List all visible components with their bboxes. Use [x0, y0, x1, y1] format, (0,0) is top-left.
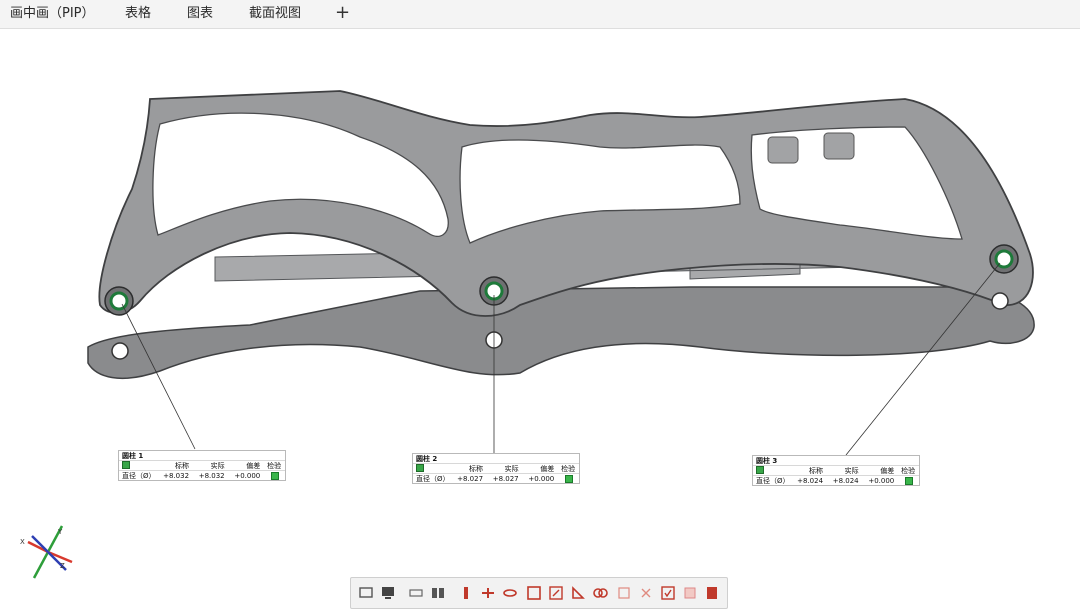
- tab-bar: 画中画（PIP） 表格 图表 截面视图 +: [0, 0, 1080, 29]
- callout-title: 圆柱 2: [416, 455, 438, 463]
- check-icon[interactable]: [659, 584, 677, 602]
- pass-indicator-icon: [270, 471, 279, 480]
- tab-pip[interactable]: 画中画（PIP）: [10, 6, 95, 22]
- deviation-value: +0.000: [234, 471, 261, 480]
- header-deviation: 偏差: [246, 461, 261, 470]
- close-icon[interactable]: [637, 584, 655, 602]
- check-icon: [756, 465, 764, 474]
- add-tab-button[interactable]: +: [335, 3, 350, 23]
- z-axis-label: Z: [60, 562, 65, 570]
- callout-header-row: 标称 实际 偏差 检验: [753, 465, 919, 475]
- hole-ring-1: [109, 291, 129, 311]
- pass-indicator-icon: [564, 474, 573, 483]
- 3d-viewport[interactable]: 圆柱 1 标称 实际 偏差 检验 直径（Ø） +8.032 +8.032 +0.…: [0, 29, 1080, 608]
- tab-table[interactable]: 表格: [125, 6, 151, 22]
- row-label: 直径（Ø）: [756, 476, 790, 485]
- frame-back-plate: [87, 286, 1035, 380]
- header-nominal: 标称: [809, 466, 824, 475]
- deviation-value: +0.000: [868, 476, 895, 485]
- actual-value: +8.024: [832, 476, 859, 485]
- y-axis-neg-line: [32, 551, 50, 579]
- frame-boss-2: [823, 132, 855, 160]
- callout-cylinder-1[interactable]: 圆柱 1 标称 实际 偏差 检验 直径（Ø） +8.032 +8.032 +0.…: [118, 450, 286, 481]
- callout-cylinder-2[interactable]: 圆柱 2 标称 实际 偏差 检验 直径（Ø） +8.027 +8.027 +0.…: [412, 453, 580, 484]
- back-hole-3: [991, 292, 1009, 310]
- bottom-toolbar: [350, 577, 728, 609]
- callout-cylinder-3[interactable]: 圆柱 3 标称 实际 偏差 检验 直径（Ø） +8.024 +8.024 +0.…: [752, 455, 920, 486]
- callout-header-row: 标称 实际 偏差 检验: [413, 463, 579, 473]
- header-actual: 实际: [844, 466, 859, 475]
- chain-icon[interactable]: [501, 584, 519, 602]
- check-icon: [122, 460, 130, 469]
- axis-triad: X Y Z: [20, 525, 73, 579]
- actual-value: +8.027: [492, 474, 519, 483]
- header-deviation: 偏差: [880, 466, 895, 475]
- header-actual: 实际: [504, 464, 519, 473]
- ruler-icon[interactable]: [547, 584, 565, 602]
- header-nominal: 标称: [469, 464, 484, 473]
- tab-section-view[interactable]: 截面视图: [249, 6, 301, 22]
- callout-title: 圆柱 3: [756, 457, 778, 465]
- split-icon[interactable]: [429, 584, 447, 602]
- nominal-value: +8.024: [797, 476, 824, 485]
- tab-chart[interactable]: 图表: [187, 6, 213, 22]
- nominal-value: +8.027: [457, 474, 484, 483]
- callout-title: 圆柱 1: [122, 452, 144, 460]
- check-icon: [416, 463, 424, 472]
- screen-icon[interactable]: [379, 584, 397, 602]
- delete-icon[interactable]: [681, 584, 699, 602]
- angle-icon[interactable]: [569, 584, 587, 602]
- callout-data-row: 直径（Ø） +8.024 +8.024 +0.000: [753, 475, 919, 485]
- header-check: 检验: [901, 466, 916, 475]
- box-icon[interactable]: [525, 584, 543, 602]
- grid-icon[interactable]: [615, 584, 633, 602]
- deviation-value: +0.000: [528, 474, 555, 483]
- row-label: 直径（Ø）: [122, 471, 156, 480]
- row-label: 直径（Ø）: [416, 474, 450, 483]
- report-icon[interactable]: [703, 584, 721, 602]
- header-nominal: 标称: [175, 461, 190, 470]
- measure-icon[interactable]: [407, 584, 425, 602]
- header-check: 检验: [267, 461, 282, 470]
- header-deviation: 偏差: [540, 464, 555, 473]
- back-hole-1: [111, 342, 129, 360]
- actual-value: +8.032: [198, 471, 225, 480]
- view-icon[interactable]: [357, 584, 375, 602]
- datum-icon[interactable]: [479, 584, 497, 602]
- align-icon[interactable]: [457, 584, 475, 602]
- y-axis-label: Y: [57, 528, 63, 536]
- callout-data-row: 直径（Ø） +8.027 +8.027 +0.000: [413, 473, 579, 483]
- skate-frame-model[interactable]: [0, 29, 1080, 608]
- frame-boss-1: [767, 136, 799, 164]
- pass-indicator-icon: [904, 476, 913, 485]
- callout-data-row: 直径（Ø） +8.032 +8.032 +0.000: [119, 470, 285, 480]
- link-icon[interactable]: [591, 584, 609, 602]
- x-axis-label: X: [20, 538, 25, 546]
- nominal-value: +8.032: [163, 471, 190, 480]
- header-actual: 实际: [210, 461, 225, 470]
- callout-header-row: 标称 实际 偏差 检验: [119, 460, 285, 470]
- header-check: 检验: [561, 464, 576, 473]
